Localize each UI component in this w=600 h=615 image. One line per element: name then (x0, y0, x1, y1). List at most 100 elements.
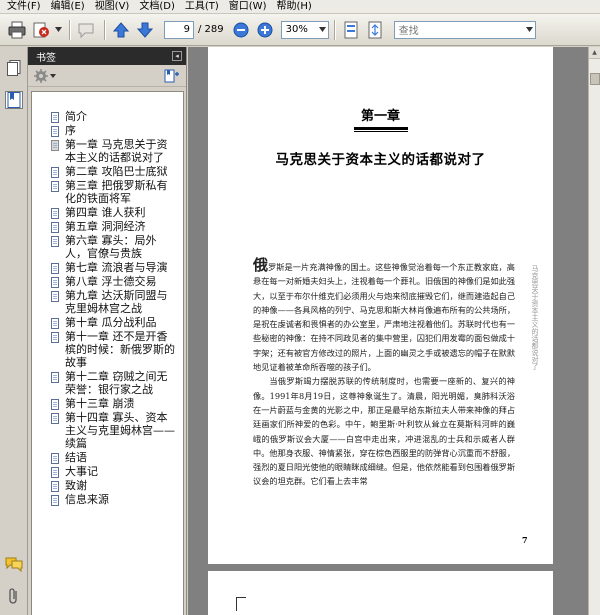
menu-bar: 文件(F) 编辑(E) 视图(V) 文档(D) 工具(T) 窗口(W) 帮助(H… (0, 0, 600, 14)
comments-tab-icon[interactable] (5, 555, 23, 573)
bookmarks-panel: 书签 ◂ 简介序第一章 马克思关于资本主义的话都说对了 第二章 攻陷巴士底狱 第三章… (28, 47, 187, 615)
bookmark-page-icon (51, 453, 59, 464)
bookmark-page-icon (51, 236, 59, 247)
bookmark-page-icon (51, 263, 59, 274)
chapter-number: 第一章 (360, 109, 400, 124)
bookmark-page-icon (51, 277, 59, 288)
menu-document[interactable]: 文档(D) (134, 0, 180, 14)
bookmark-item[interactable]: 第十一章 还不是开香槟的时候：新俄罗斯的故事 (32, 330, 183, 369)
bookmark-item[interactable]: 第七章 流浪者与导演 (32, 261, 183, 274)
toolbar-separator (69, 19, 70, 40)
bookmark-page-icon (51, 318, 59, 329)
bookmark-page-icon (51, 126, 59, 137)
bookmark-label: 第五章 洞洞经济 (65, 220, 146, 233)
bookmark-label: 第十三章 崩溃 (65, 397, 135, 410)
chapter-title: 马克思关于资本主义的话都说对了 (275, 152, 486, 168)
running-header: 马克思关于资本主义的话都说对了 (531, 265, 539, 370)
comment-icon[interactable] (75, 19, 97, 41)
menu-tools[interactable]: 工具(T) (180, 0, 224, 14)
zoom-in-icon[interactable] (254, 19, 276, 41)
search-placeholder: 查找 (398, 26, 419, 37)
zoom-select[interactable]: 30% (280, 20, 329, 39)
bookmark-item[interactable]: 信息来源 (32, 493, 183, 506)
bookmark-item[interactable]: 第十二章 窃贼之间无荣誉：银行家之战 (32, 370, 183, 396)
bookmark-page-icon (51, 399, 59, 410)
bookmarks-list: 简介序第一章 马克思关于资本主义的话都说对了 第二章 攻陷巴士底狱 第三章 把俄罗斯… (31, 91, 184, 615)
bookmark-item[interactable]: 第六章 寡头：局外人，官僚与贵族 (32, 234, 183, 260)
bookmark-page-icon (51, 222, 59, 233)
bookmark-label: 第二章 攻陷巴士底狱 (65, 165, 168, 178)
bookmark-item[interactable]: 致谢 (32, 479, 183, 492)
body-text: 俄罗斯是一片充满神像的国土。这些神像觉治着每一个东正教家庭，高悬在每一对新婚夫妇… (253, 258, 516, 489)
bookmark-item[interactable]: 第二章 攻陷巴士底狱 (32, 165, 183, 178)
dropdown-arrow-icon[interactable] (54, 19, 62, 41)
print-icon[interactable] (6, 19, 28, 41)
pages-tab-icon[interactable] (5, 59, 23, 77)
bookmark-label: 第一章 马克思关于资本主义的话都说对了 (65, 138, 177, 164)
bookmark-item[interactable]: 第十四章 寡头、资本主义与克里姆林宫——续篇 (32, 411, 183, 450)
bookmark-label: 第七章 流浪者与导演 (65, 261, 168, 274)
bookmark-page-icon (51, 112, 59, 123)
drop-cap: 俄 (253, 256, 269, 274)
paragraph-1-text: 罗斯是一片充满神像的国土。这些神像觉治着每一个东正教家庭，高悬在每一对新婚夫妇头… (253, 262, 516, 373)
zoom-out-icon[interactable] (230, 19, 252, 41)
scroll-thumb[interactable] (590, 73, 600, 85)
chapter-rule (354, 127, 408, 130)
chevron-down-icon (525, 27, 533, 32)
search-input[interactable]: 查找 (393, 20, 536, 39)
zoom-value: 30% (285, 24, 308, 35)
fit-page-icon[interactable] (364, 19, 386, 41)
next-page-icon[interactable] (134, 19, 156, 41)
menu-help[interactable]: 帮助(H) (271, 0, 316, 14)
attachments-tab-icon[interactable] (5, 587, 23, 605)
bookmark-page-icon (51, 140, 59, 151)
bookmark-label: 第八章 浮士德交易 (65, 275, 157, 288)
bookmark-label: 第十二章 窃贼之间无荣誉：银行家之战 (65, 370, 168, 396)
menu-file[interactable]: 文件(F) (2, 0, 46, 14)
new-bookmark-icon[interactable] (164, 69, 180, 83)
bookmark-item[interactable]: 简介 (32, 110, 183, 123)
page-number-input[interactable] (164, 20, 194, 39)
previous-page-icon[interactable] (110, 19, 132, 41)
create-pdf-icon[interactable] (30, 19, 52, 41)
vertical-scrollbar[interactable]: ▲ (588, 47, 600, 615)
bookmark-item[interactable]: 结语 (32, 451, 183, 464)
bookmarks-tab-icon[interactable] (5, 91, 23, 109)
options-gear-icon[interactable] (34, 68, 56, 83)
bookmark-page-icon (51, 481, 59, 492)
bookmark-item[interactable]: 第四章 谁人获利 (32, 206, 183, 219)
bookmark-page-icon (51, 372, 59, 383)
bookmark-item[interactable]: 第一章 马克思关于资本主义的话都说对了 (32, 138, 183, 164)
document-page: 第一章 马克思关于资本主义的话都说对了 俄罗斯是一片充满神像的国土。这些神像觉治… (208, 47, 553, 564)
menu-edit[interactable]: 编辑(E) (46, 0, 90, 14)
scroll-up-icon[interactable]: ▲ (589, 47, 600, 59)
bookmark-label: 第九章 达沃斯同盟与克里姆林宫之战 (65, 289, 168, 315)
bookmark-label: 第六章 寡头：局外人，官僚与贵族 (65, 234, 157, 260)
bookmark-page-icon (51, 495, 59, 506)
bookmark-label: 第十一章 还不是开香槟的时候：新俄罗斯的故事 (65, 330, 175, 369)
bookmark-label: 致谢 (65, 479, 87, 492)
bookmark-label: 结语 (65, 451, 87, 464)
paragraph-2: 当俄罗斯竭力摆脱苏联的传统制度时，也需要一座新的、复兴的神像。1991年8月19… (253, 376, 516, 487)
bookmarks-toolbar (28, 65, 186, 87)
bookmark-label: 第十章 瓜分战利品 (65, 316, 157, 329)
bookmark-item[interactable]: 第十三章 崩溃 (32, 397, 183, 410)
bookmark-item[interactable]: 第十章 瓜分战利品 (32, 316, 183, 329)
bookmark-item[interactable]: 序 (32, 124, 183, 137)
bookmark-item[interactable]: 第五章 洞洞经济 (32, 220, 183, 233)
bookmark-label: 第十四章 寡头、资本主义与克里姆林宫——续篇 (65, 411, 175, 450)
chevron-down-icon (318, 27, 326, 32)
bookmark-item[interactable]: 大事记 (32, 465, 183, 478)
bookmarks-panel-title: 书签 (36, 52, 56, 64)
bookmarks-panel-header: 书签 ◂ (28, 47, 186, 65)
menu-view[interactable]: 视图(V) (90, 0, 135, 14)
bookmark-item[interactable]: 第九章 达沃斯同盟与克里姆林宫之战 (32, 289, 183, 315)
bookmark-item[interactable]: 第三章 把俄罗斯私有化的铁面将军 (32, 179, 183, 205)
page-layout-icon[interactable] (340, 19, 362, 41)
collapse-panel-icon[interactable]: ◂ (172, 51, 182, 61)
navigation-tab-strip (0, 47, 28, 615)
chapter-rule-thin (354, 131, 408, 132)
bookmark-page-icon (51, 332, 59, 343)
menu-window[interactable]: 窗口(W) (224, 0, 272, 14)
bookmark-item[interactable]: 第八章 浮士德交易 (32, 275, 183, 288)
